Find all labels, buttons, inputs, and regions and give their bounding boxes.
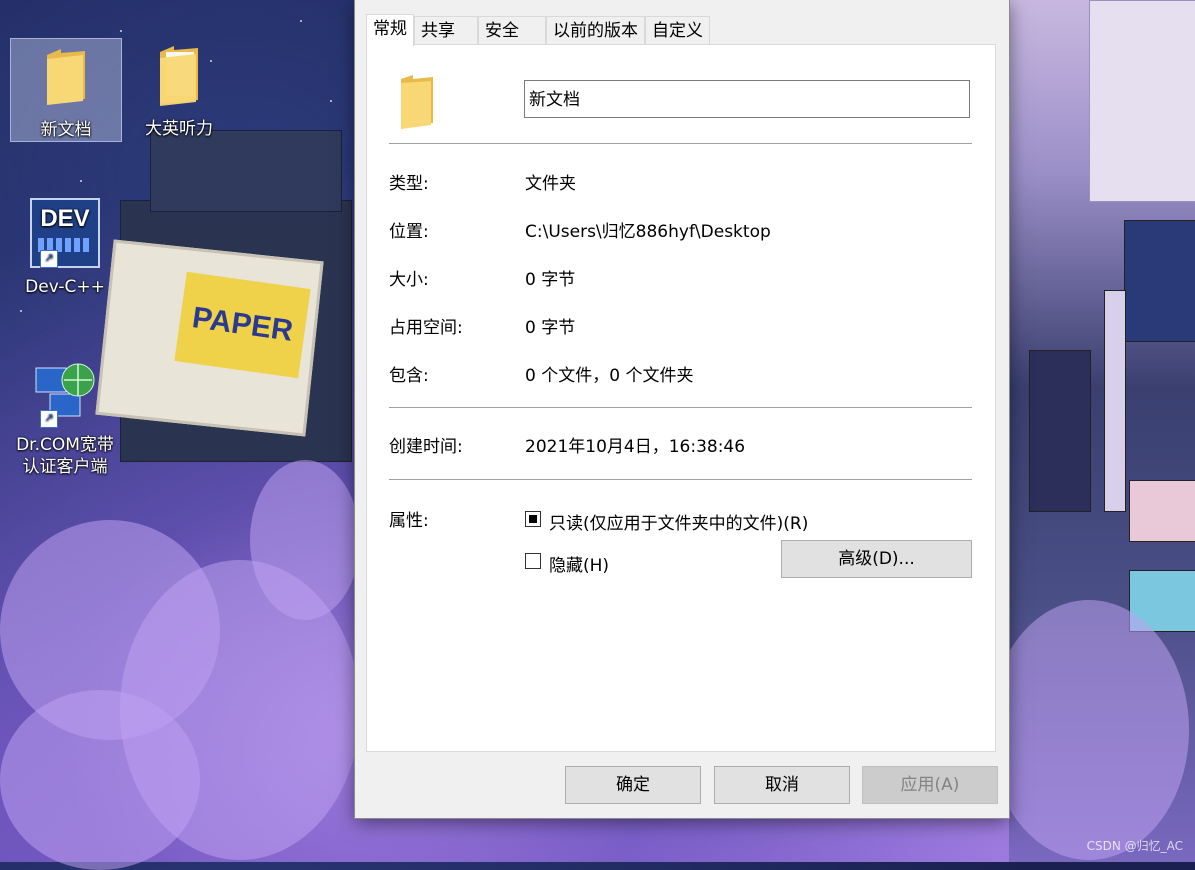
readonly-label[interactable]: 只读(仅应用于文件夹中的文件)(R) bbox=[549, 509, 808, 534]
folder-icon bbox=[47, 49, 85, 105]
created-value: 2021年10月4日，16:38:46 bbox=[525, 437, 746, 457]
desktop-icon-label: 新文档 bbox=[40, 120, 92, 140]
type-value: 文件夹 bbox=[525, 174, 576, 194]
desktop-icon-dying-listening[interactable]: 大英听力 bbox=[124, 38, 234, 140]
desktop-icon-devcpp[interactable]: DEV ↗ Dev-C++ bbox=[10, 198, 120, 298]
desktop-icon-label: Dev-C++ bbox=[25, 277, 105, 297]
attributes-label: 属性: bbox=[389, 511, 429, 531]
ok-button[interactable]: 确定 bbox=[565, 766, 701, 804]
hidden-label[interactable]: 隐藏(H) bbox=[549, 551, 609, 576]
divider bbox=[389, 143, 972, 144]
desktop-icon-drcom[interactable]: ↗ Dr.COM宽带认证客户端 bbox=[10, 360, 120, 482]
tab-general[interactable]: 常规 bbox=[366, 14, 414, 46]
advanced-button[interactable]: 高级(D)... bbox=[781, 540, 972, 578]
readonly-checkbox[interactable] bbox=[525, 511, 541, 527]
tab-security[interactable]: 安全 bbox=[478, 16, 546, 46]
tab-strip: 常规 共享 安全 以前的版本 自定义 bbox=[366, 14, 710, 46]
type-label: 类型: bbox=[389, 174, 429, 194]
apply-button: 应用(A) bbox=[862, 766, 998, 804]
size-label: 大小: bbox=[389, 270, 429, 290]
tab-previous-versions[interactable]: 以前的版本 bbox=[546, 16, 645, 46]
size-on-disk-value: 0 字节 bbox=[525, 318, 576, 338]
created-label: 创建时间: bbox=[389, 437, 463, 457]
divider bbox=[389, 407, 972, 408]
size-on-disk-label: 占用空间: bbox=[389, 318, 463, 338]
tab-customize[interactable]: 自定义 bbox=[645, 16, 710, 46]
folder-name-input[interactable]: 新文档 bbox=[524, 80, 970, 118]
shortcut-arrow-icon: ↗ bbox=[40, 410, 58, 428]
folder-properties-dialog: 常规 共享 安全 以前的版本 自定义 新文档 类型: 文件夹 位置: C:\Us… bbox=[355, 0, 1009, 818]
folder-icon bbox=[160, 46, 198, 106]
hidden-checkbox[interactable] bbox=[525, 553, 541, 569]
location-value: C:\Users\归忆886hyf\Desktop bbox=[525, 222, 771, 242]
contains-value: 0 个文件，0 个文件夹 bbox=[525, 366, 694, 386]
shortcut-arrow-icon: ↗ bbox=[40, 250, 58, 268]
desktop-icon-new-folder[interactable]: 新文档 bbox=[10, 38, 122, 142]
general-tab-panel: 新文档 类型: 文件夹 位置: C:\Users\归忆886hyf\Deskto… bbox=[366, 44, 996, 752]
tab-sharing[interactable]: 共享 bbox=[414, 16, 478, 46]
csdn-watermark: CSDN @归忆_AC bbox=[1086, 839, 1183, 853]
contains-label: 包含: bbox=[389, 366, 429, 386]
size-value: 0 字节 bbox=[525, 270, 576, 290]
wallpaper-right-city bbox=[989, 0, 1195, 862]
location-label: 位置: bbox=[389, 222, 429, 242]
divider bbox=[389, 479, 972, 480]
desktop-icon-label: 大英听力 bbox=[145, 119, 213, 139]
desktop-icon-label: Dr.COM宽带认证客户端 bbox=[16, 435, 114, 477]
paper-sign: PAPER bbox=[174, 271, 311, 379]
cancel-button[interactable]: 取消 bbox=[714, 766, 850, 804]
folder-icon bbox=[401, 75, 433, 129]
